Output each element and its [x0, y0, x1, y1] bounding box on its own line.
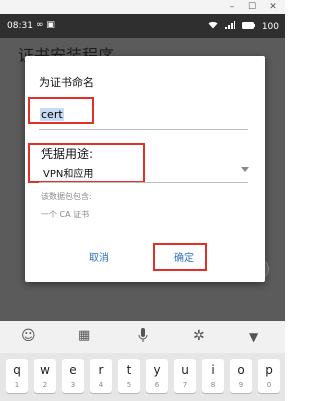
- maximize-button[interactable]: ☐: [242, 0, 262, 14]
- battery-level: 100: [261, 22, 279, 32]
- wifi-icon: [208, 21, 221, 32]
- name-certificate-dialog: 为证书命名 cert 凭据用途: VPN和应用 该数据包包含: 一个 CA 证书…: [25, 56, 265, 282]
- cancel-button[interactable]: 取消: [89, 249, 109, 264]
- key-r[interactable]: r 4: [90, 359, 112, 393]
- key-letter: e: [69, 363, 77, 377]
- name-input-underline: [39, 129, 248, 130]
- ok-button[interactable]: 确定: [174, 249, 194, 264]
- key-y[interactable]: y 6: [146, 359, 168, 393]
- key-digit: 6: [154, 381, 160, 389]
- credential-use-underline: [39, 182, 248, 183]
- dialog-title: 为证书命名: [39, 76, 94, 89]
- credential-use-value: VPN和应用: [43, 169, 94, 180]
- key-letter: w: [40, 363, 50, 377]
- emoji-icon[interactable]: ☺: [21, 328, 36, 344]
- keyboard-toolbar: ☺ ▦ ✲ ▼: [0, 321, 285, 353]
- status-right-group: 100: [204, 21, 279, 32]
- credential-use-label: 凭据用途:: [41, 147, 94, 161]
- status-bar: 08:31 ∞ ▣ 100: [0, 14, 285, 38]
- credential-use-select[interactable]: VPN和应用: [43, 165, 253, 180]
- key-digit: 4: [98, 381, 104, 389]
- key-letter: p: [265, 363, 273, 377]
- key-digit: 7: [182, 381, 188, 389]
- key-i[interactable]: i 8: [202, 359, 224, 393]
- key-letter: i: [211, 363, 215, 377]
- key-letter: y: [153, 363, 161, 377]
- key-letter: q: [13, 363, 21, 377]
- key-q[interactable]: q 1: [6, 359, 28, 393]
- key-digit: 5: [126, 381, 132, 389]
- gear-icon[interactable]: ✲: [193, 328, 205, 344]
- dropdown-arrow-icon: [241, 167, 249, 172]
- certificate-name-input[interactable]: cert: [40, 108, 64, 121]
- key-letter: r: [98, 363, 104, 377]
- keyboard-grid-icon[interactable]: ▦: [78, 328, 90, 343]
- key-w[interactable]: w 2: [34, 359, 56, 393]
- battery-icon: [241, 22, 258, 32]
- key-e[interactable]: e 3: [62, 359, 84, 393]
- key-t[interactable]: t 5: [118, 359, 140, 393]
- key-digit: 3: [70, 381, 76, 389]
- key-digit: 8: [210, 381, 216, 389]
- key-digit: 9: [238, 381, 244, 389]
- package-note: 该数据包包含:: [41, 192, 92, 201]
- notification-icons: ∞ ▣: [36, 20, 55, 30]
- collapse-keyboard-icon[interactable]: ▼: [249, 330, 258, 344]
- key-digit: 1: [14, 381, 20, 389]
- package-content: 一个 CA 证书: [41, 210, 90, 219]
- key-digit: 2: [42, 381, 48, 389]
- key-p[interactable]: p 0: [258, 359, 280, 393]
- key-letter: u: [181, 363, 189, 377]
- window-title-bar: – ☐ ✕: [0, 0, 285, 14]
- key-digit: 0: [266, 381, 272, 389]
- keyboard-letter-row: q 1 w 2 e 3 r 4 t 5 y 6 u 7 i 8 o 9 p 0: [0, 353, 285, 401]
- close-button[interactable]: ✕: [263, 0, 283, 14]
- signal-icon: [225, 21, 238, 32]
- key-o[interactable]: o 9: [230, 359, 252, 393]
- key-letter: t: [126, 363, 132, 377]
- microphone-icon[interactable]: [138, 328, 148, 346]
- minimize-button[interactable]: –: [222, 0, 242, 14]
- key-u[interactable]: u 7: [174, 359, 196, 393]
- key-letter: o: [237, 363, 245, 377]
- status-time: 08:31: [7, 21, 33, 31]
